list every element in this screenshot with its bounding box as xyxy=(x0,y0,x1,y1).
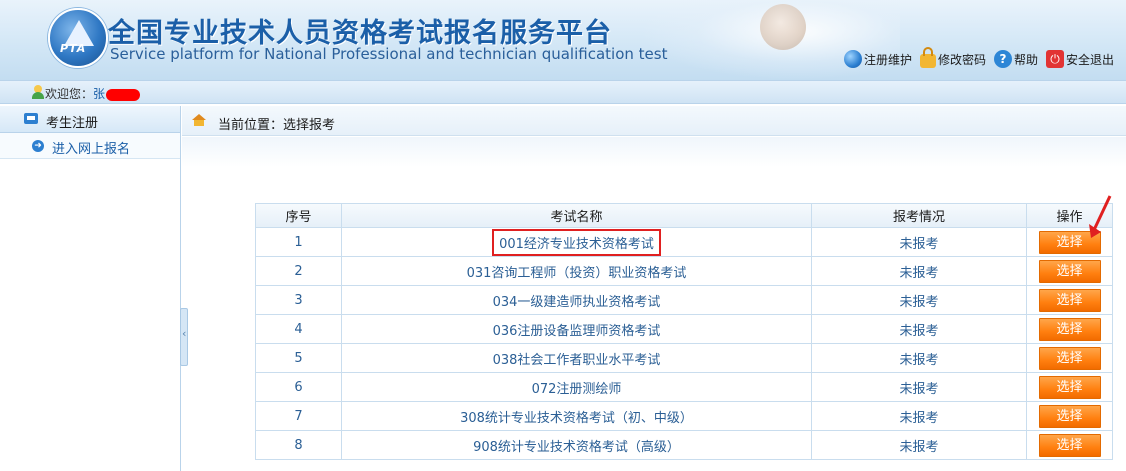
row-exam-name: 038社会工作者职业水平考试 xyxy=(341,343,812,373)
col-header-status: 报考情况 xyxy=(811,203,1027,228)
row-exam-name: 034一级建造师执业资格考试 xyxy=(341,285,812,315)
annotation-arrow-icon xyxy=(1089,195,1112,238)
user-icon xyxy=(32,85,44,99)
pta-logo: PTA xyxy=(48,8,108,68)
row-status: 未报考 xyxy=(811,314,1027,344)
sidebar: 考生注册 ➜ 进入网上报名 xyxy=(0,106,181,471)
row-index: 7 xyxy=(255,401,342,431)
table-row: 4 036注册设备监理师资格考试 未报考 选择 xyxy=(255,314,1113,344)
row-exam-name: 308统计专业技术资格考试（初、中级） xyxy=(341,401,812,431)
table-row: 2 031咨询工程师（投资）职业资格考试 未报考 选择 xyxy=(255,256,1113,286)
select-button[interactable]: 选择 xyxy=(1038,259,1101,283)
row-action-cell: 选择 xyxy=(1026,285,1113,315)
row-exam-name: 072注册测绘师 xyxy=(341,372,812,402)
user-name: 张 xyxy=(93,87,106,101)
breadcrumb: 当前位置：选择报考 xyxy=(182,106,1126,136)
row-status: 未报考 xyxy=(811,372,1027,402)
row-action-cell: 选择 xyxy=(1026,372,1113,402)
row-status: 未报考 xyxy=(811,227,1027,257)
welcome-bar: 欢迎您：张 xyxy=(0,80,1126,104)
help-icon: ? xyxy=(993,50,1012,68)
change-password-link[interactable]: 修改密码 xyxy=(919,47,986,68)
select-button[interactable]: 选择 xyxy=(1038,346,1101,370)
row-index: 6 xyxy=(255,372,342,402)
highlighted-exam-name: 001经济专业技术资格考试 xyxy=(492,228,661,256)
select-button[interactable]: 选择 xyxy=(1038,288,1101,312)
row-status: 未报考 xyxy=(811,401,1027,431)
table-row: 7 308统计专业技术资格考试（初、中级） 未报考 选择 xyxy=(255,401,1113,431)
row-exam-name: 036注册设备监理师资格考试 xyxy=(341,314,812,344)
logout-label: 安全退出 xyxy=(1065,52,1114,67)
globe-icon xyxy=(843,50,862,68)
table-header-row: 序号 考试名称 报考情况 操作 xyxy=(255,203,1113,228)
breadcrumb-text: 当前位置：选择报考 xyxy=(218,118,336,133)
table-row: 5 038社会工作者职业水平考试 未报考 选择 xyxy=(255,343,1113,373)
help-label: 帮助 xyxy=(1013,52,1038,67)
sidebar-collapse-handle[interactable] xyxy=(180,308,188,366)
col-header-index: 序号 xyxy=(255,203,342,228)
home-icon xyxy=(192,114,206,126)
row-action-cell: 选择 xyxy=(1026,343,1113,373)
select-button[interactable]: 选择 xyxy=(1038,404,1101,428)
header-banner: PTA 全国专业技术人员资格考试报名服务平台 Service platform … xyxy=(0,0,1126,80)
row-status: 未报考 xyxy=(811,343,1027,373)
row-action-cell: 选择 xyxy=(1026,256,1113,286)
id-card-icon xyxy=(24,113,38,124)
select-button[interactable]: 选择 xyxy=(1038,433,1101,457)
welcome-prefix: 欢迎您： xyxy=(45,87,94,101)
row-status: 未报考 xyxy=(811,285,1027,315)
register-maintain-link[interactable]: 注册维护 xyxy=(843,50,912,68)
logo-text: PTA xyxy=(60,42,87,55)
row-index: 1 xyxy=(255,227,342,257)
table-row: 3 034一级建造师执业资格考试 未报考 选择 xyxy=(255,285,1113,315)
sidebar-section-header[interactable]: 考生注册 xyxy=(0,106,180,133)
exam-table: 序号 考试名称 报考情况 操作 1 001经济专业技术资格考试 未报考 选择 2… xyxy=(255,203,1113,460)
col-header-exam-name: 考试名称 xyxy=(341,203,812,228)
select-button[interactable]: 选择 xyxy=(1038,317,1101,341)
row-exam-name: 908统计专业技术资格考试（高级） xyxy=(341,430,812,460)
row-exam-name: 001经济专业技术资格考试 xyxy=(341,227,812,257)
help-link[interactable]: ? 帮助 xyxy=(993,50,1038,68)
redaction-mark xyxy=(106,88,141,101)
register-maintain-label: 注册维护 xyxy=(863,52,912,67)
sidebar-section-label: 考生注册 xyxy=(46,116,99,131)
row-index: 2 xyxy=(255,256,342,286)
sidebar-item-label: 进入网上报名 xyxy=(52,142,131,157)
select-button[interactable]: 选择 xyxy=(1038,375,1101,399)
change-password-label: 修改密码 xyxy=(937,52,986,67)
arrow-right-icon: ➜ xyxy=(32,140,44,152)
table-row: 8 908统计专业技术资格考试（高级） 未报考 选择 xyxy=(255,430,1113,460)
table-row: 6 072注册测绘师 未报考 选择 xyxy=(255,372,1113,402)
row-status: 未报考 xyxy=(811,256,1027,286)
power-icon: ⏻ xyxy=(1045,50,1064,68)
row-action-cell: 选择 xyxy=(1026,401,1113,431)
site-subtitle: Service platform for National Profession… xyxy=(110,45,668,63)
row-status: 未报考 xyxy=(811,430,1027,460)
row-index: 8 xyxy=(255,430,342,460)
welcome-text: 欢迎您：张 xyxy=(45,85,141,102)
content-shade xyxy=(182,137,1126,167)
table-row: 1 001经济专业技术资格考试 未报考 选择 xyxy=(255,227,1113,257)
row-index: 3 xyxy=(255,285,342,315)
row-index: 5 xyxy=(255,343,342,373)
row-action-cell: 选择 xyxy=(1026,314,1113,344)
logout-link[interactable]: ⏻ 安全退出 xyxy=(1045,50,1114,68)
sidebar-item-online-registration[interactable]: ➜ 进入网上报名 xyxy=(0,133,180,159)
row-index: 4 xyxy=(255,314,342,344)
row-exam-name: 031咨询工程师（投资）职业资格考试 xyxy=(341,256,812,286)
lock-icon xyxy=(919,47,936,68)
banner-photo xyxy=(760,4,806,50)
top-links: 注册维护 修改密码 ? 帮助 ⏻ 安全退出 xyxy=(836,47,1114,68)
row-action-cell: 选择 xyxy=(1026,430,1113,460)
